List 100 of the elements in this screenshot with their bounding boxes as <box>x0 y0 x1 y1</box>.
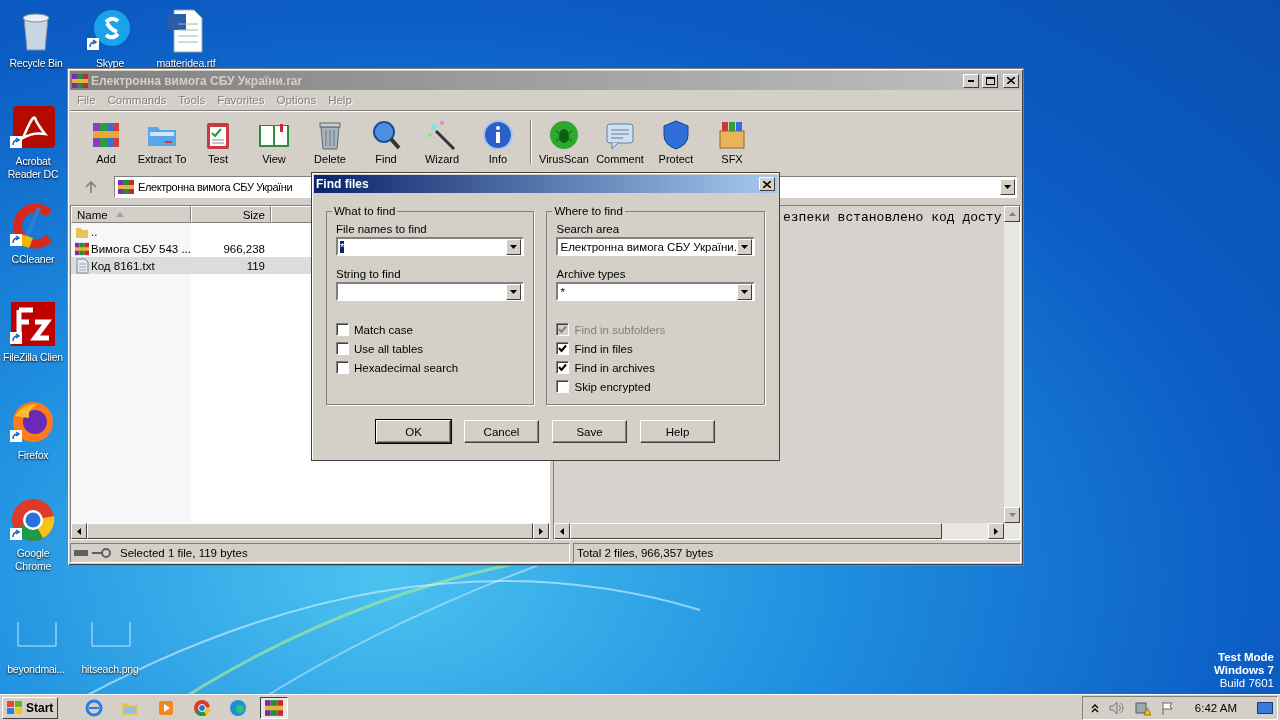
maximize-button[interactable] <box>982 73 998 88</box>
desktop-icon-label[interactable]: Recycle Bin <box>9 57 63 70</box>
combo-field[interactable]: * <box>556 282 755 301</box>
column-header[interactable]: Size <box>191 206 271 223</box>
scroll-left-button[interactable] <box>71 523 87 539</box>
field-label: Search area <box>556 223 621 235</box>
edge-icon <box>229 698 248 717</box>
sort-arrow-icon <box>115 212 124 217</box>
close-icon <box>1007 77 1015 84</box>
flag-icon[interactable] <box>1160 700 1175 715</box>
checkbox-label: Skip encrypted <box>574 380 651 393</box>
checkbox[interactable] <box>556 361 570 374</box>
scrollbar-thumb[interactable] <box>570 523 942 539</box>
group-legend: What to find <box>332 205 398 217</box>
chrome-icon <box>193 698 212 717</box>
taskbar-app-button[interactable] <box>260 696 289 719</box>
dropdown-button[interactable] <box>737 238 752 255</box>
dialog-button[interactable]: OK <box>376 420 451 443</box>
caret-up-icon <box>1008 212 1016 216</box>
text-file-icon <box>75 257 89 274</box>
checkbox[interactable] <box>556 380 570 393</box>
desktop-icon-label[interactable]: FileZilla Clien <box>3 351 63 364</box>
network-warning-icon[interactable] <box>1134 699 1151 716</box>
dropdown-button[interactable] <box>1000 179 1015 195</box>
desktop-icon-label[interactable]: matteridea.rtf <box>156 57 216 70</box>
filezilla-icon[interactable] <box>9 300 57 348</box>
checkbox[interactable] <box>336 342 349 355</box>
wand-icon <box>426 119 458 151</box>
viewer-text: езпеки встановлено код досту <box>783 210 1002 225</box>
speaker-icon[interactable] <box>1108 700 1125 715</box>
scroll-right-button[interactable] <box>533 523 549 539</box>
clock[interactable]: 6:42 AM <box>1184 701 1247 714</box>
chevron-up-icon[interactable] <box>1090 702 1099 713</box>
os-notice-text: Test Mode <box>1218 651 1274 664</box>
archive-icon <box>265 698 284 717</box>
scrollbar-thumb[interactable] <box>87 523 533 539</box>
combo-field[interactable]: Електронна вимога СБУ України. <box>556 237 755 256</box>
arrow-right-icon <box>539 527 543 535</box>
close-button[interactable] <box>1003 73 1019 88</box>
shortcut-arrow-icon <box>10 332 22 344</box>
dialog-button[interactable]: Save <box>552 420 627 443</box>
browser-e-icon <box>85 698 104 717</box>
toolbar-button[interactable]: Comment <box>592 119 648 165</box>
toolbar-button[interactable]: Find <box>358 119 414 165</box>
caret-down-icon <box>1008 513 1016 517</box>
toolbar-button[interactable]: Wizard <box>414 119 470 165</box>
scroll-up-button[interactable] <box>1004 206 1020 222</box>
arrow-left-icon <box>77 527 81 535</box>
minimize-icon <box>968 79 974 82</box>
caret-down-icon <box>741 244 748 249</box>
arrow-left-icon <box>560 527 564 535</box>
column-header[interactable]: Name <box>71 206 191 223</box>
start-button[interactable]: Start <box>2 696 59 719</box>
toolbar-button[interactable]: VirusScan <box>536 119 592 165</box>
checkbox-label: Find in archives <box>574 361 655 374</box>
toolbar-button[interactable]: Info <box>470 119 526 165</box>
search-icon <box>370 119 402 151</box>
toolbar-button[interactable]: Test <box>190 119 246 165</box>
checkbox-label: Find in files <box>574 342 633 355</box>
toolbar-button[interactable]: Extract To <box>134 119 190 165</box>
os-notice-text: Windows 7 <box>1214 664 1274 677</box>
toolbar-button[interactable]: Protect <box>648 119 704 165</box>
shortcut-arrow-icon <box>10 430 22 442</box>
desktop-icon-label[interactable]: CCleaner <box>11 253 55 266</box>
minimize-button[interactable] <box>963 73 979 88</box>
dropdown-button[interactable] <box>737 283 752 300</box>
checkbox[interactable] <box>556 342 570 355</box>
close-button[interactable] <box>759 177 775 191</box>
toolbar-button[interactable]: SFX <box>704 119 760 165</box>
dropdown-button[interactable] <box>506 283 522 300</box>
toolbar-button[interactable]: Add <box>78 119 134 165</box>
desktop-icon-label[interactable]: Acrobat Reader DC <box>0 155 66 181</box>
scroll-down-button[interactable] <box>1004 507 1020 523</box>
toolbar-button[interactable]: View <box>246 119 302 165</box>
combo-field[interactable]: * <box>336 237 525 256</box>
field-label: File names to find <box>336 223 428 235</box>
shortcut-arrow-icon <box>87 38 99 50</box>
chrome-icon[interactable] <box>9 496 57 544</box>
dialog-button[interactable]: Help <box>640 420 715 443</box>
media-player-icon <box>157 698 176 717</box>
box-icon <box>716 119 748 151</box>
dialog-button[interactable]: Cancel <box>464 420 539 443</box>
archive-icon <box>75 241 89 256</box>
checkbox[interactable] <box>336 323 349 336</box>
caret-down-icon <box>741 289 748 294</box>
scroll-left-button[interactable] <box>554 523 570 539</box>
field-label: String to find <box>336 268 402 280</box>
checkbox-label: Use all tables <box>354 342 424 355</box>
os-notice-text: Build 7601 <box>1219 677 1274 690</box>
show-desktop-icon[interactable] <box>1257 700 1273 715</box>
shortcut-arrow-icon <box>10 234 22 246</box>
scroll-right-button[interactable] <box>988 523 1004 539</box>
checkbox[interactable] <box>336 361 349 374</box>
status-text: Total 2 files, 966,357 bytes <box>577 547 714 559</box>
dropdown-button[interactable] <box>506 238 522 255</box>
arrow-right-icon <box>994 527 998 535</box>
checkbox-label: Find in subfolders <box>574 323 666 336</box>
combo-field[interactable] <box>336 282 525 301</box>
desktop-icon-label[interactable]: Skype <box>95 57 125 70</box>
toolbar-button[interactable]: Delete <box>302 119 358 165</box>
